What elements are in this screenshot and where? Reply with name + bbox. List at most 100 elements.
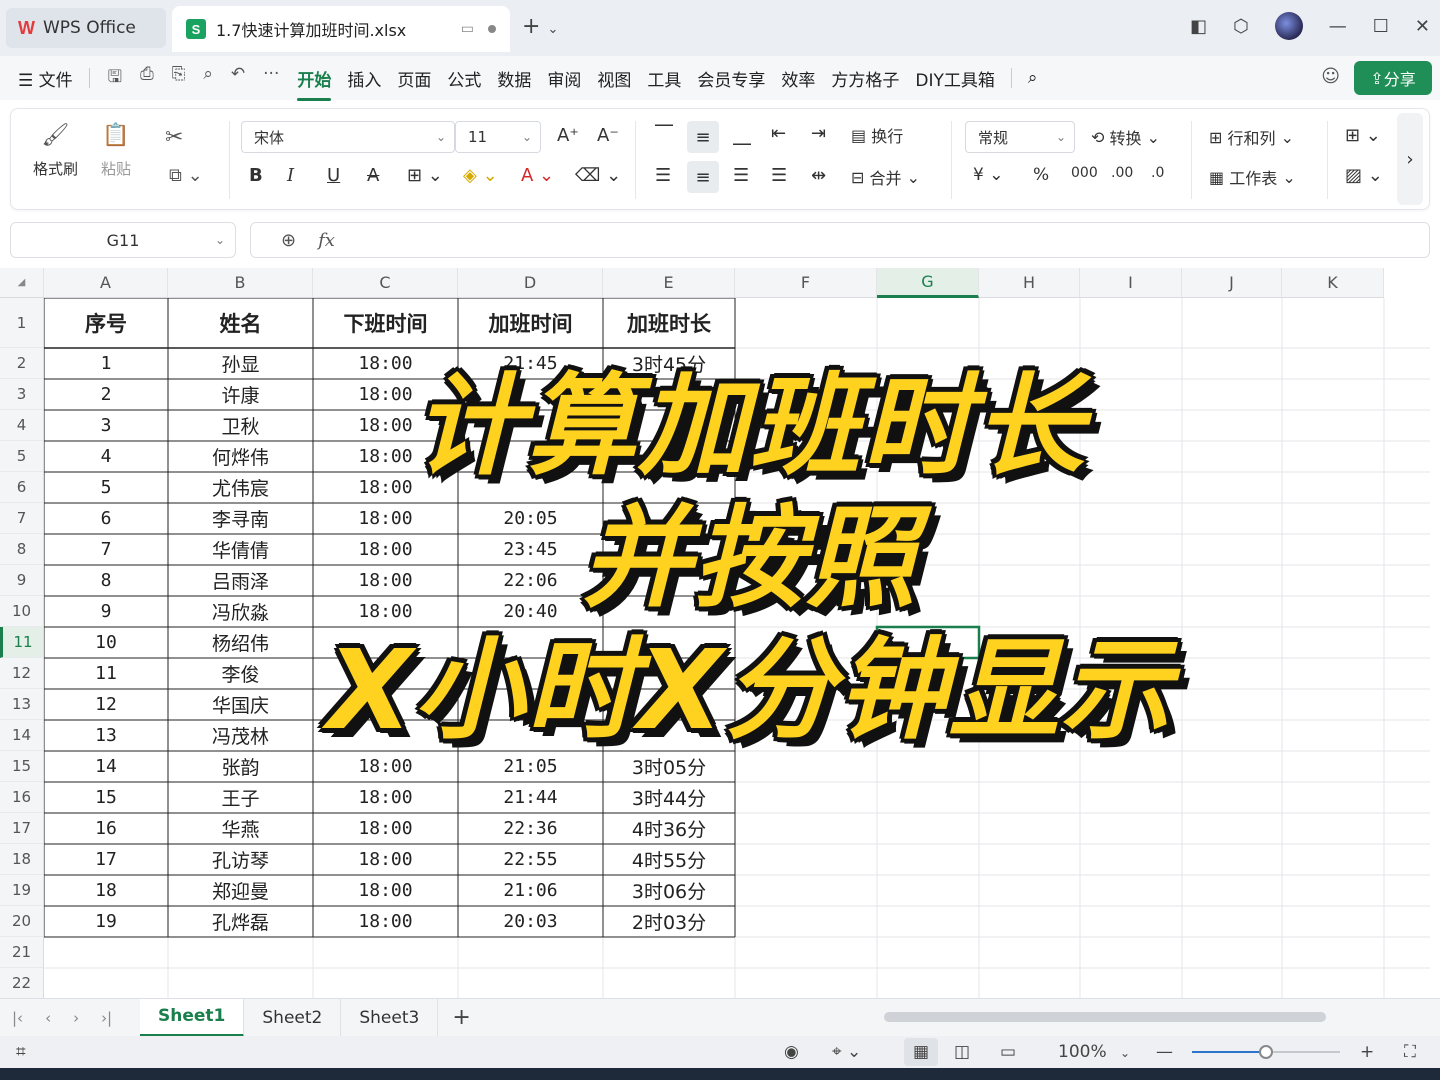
currency-icon[interactable]: ¥ ⌄ [973, 165, 1003, 185]
column-header-c[interactable]: C [313, 268, 458, 298]
cell-off-time[interactable]: 18:00 [313, 875, 458, 906]
tab-fangfang[interactable]: 方方格子 [823, 66, 907, 91]
cell-seq[interactable]: 14 [44, 751, 168, 782]
cell-name[interactable]: 张韵 [168, 751, 313, 782]
cell-overtime-duration[interactable]: 4时55分 [603, 844, 735, 875]
document-tab[interactable]: S 1.7快速计算加班时间.xlsx ▭ [172, 6, 510, 52]
cell-name[interactable]: 华燕 [168, 813, 313, 844]
cell-overtime-duration[interactable] [603, 534, 735, 565]
tab-review[interactable]: 审阅 [539, 66, 589, 91]
cell-overtime-end[interactable]: 20:40 [458, 596, 603, 627]
cell-name[interactable]: 冯茂林 [168, 720, 313, 751]
cell-name[interactable]: 冯欣淼 [168, 596, 313, 627]
normal-view-icon[interactable]: ▦ [904, 1038, 938, 1066]
cell-overtime-end[interactable]: 22:36 [458, 813, 603, 844]
cell-seq[interactable]: 9 [44, 596, 168, 627]
fill-color-icon[interactable]: ◈ ⌄ [463, 165, 498, 186]
align-bottom-icon[interactable]: ⎽ [733, 125, 751, 146]
cell-off-time[interactable] [313, 720, 458, 751]
cell-overtime-duration[interactable] [603, 596, 735, 627]
cell-seq[interactable]: 15 [44, 782, 168, 813]
last-sheet-icon[interactable]: ›| [101, 1009, 112, 1027]
underline-button[interactable]: U [327, 165, 340, 186]
unsaved-dot-icon[interactable] [488, 25, 496, 33]
cell-name[interactable]: 孙显 [168, 348, 313, 379]
row-header[interactable]: 12 [0, 658, 44, 689]
row-header[interactable]: 4 [0, 410, 44, 441]
cell-overtime-duration[interactable] [603, 410, 735, 441]
cell-overtime-end[interactable] [458, 441, 603, 472]
decrease-font-icon[interactable]: A⁻ [597, 125, 619, 146]
copy-icon[interactable]: ⧉ ⌄ [169, 165, 203, 186]
cell-name[interactable]: 许康 [168, 379, 313, 410]
cell-overtime-duration[interactable] [603, 689, 735, 720]
cell-overtime-end[interactable]: 21:05 [458, 751, 603, 782]
cut-icon[interactable]: ✂ [165, 125, 183, 150]
horizontal-scrollbar[interactable] [884, 1012, 1326, 1022]
number-format-select[interactable]: 常规 ⌄ [965, 121, 1075, 153]
font-name-select[interactable]: 宋体 ⌄ [241, 121, 455, 153]
cell-off-time[interactable] [313, 658, 458, 689]
cell-off-time[interactable]: 18:00 [313, 379, 458, 410]
window-mode-icon[interactable]: ▭ [461, 21, 474, 37]
cell-overtime-duration[interactable]: 3时45分 [603, 348, 735, 379]
sheet-tab-2[interactable]: Sheet2 [244, 998, 342, 1037]
cell-name[interactable]: 卫秋 [168, 410, 313, 441]
row-header[interactable]: 15 [0, 751, 44, 782]
cell-off-time[interactable]: 18:00 [313, 410, 458, 441]
column-header-h[interactable]: H [979, 268, 1080, 298]
cell-seq[interactable]: 13 [44, 720, 168, 751]
row-header[interactable]: 18 [0, 844, 44, 875]
cell-name[interactable]: 何烨伟 [168, 441, 313, 472]
cell-overtime-duration[interactable] [603, 472, 735, 503]
cell-overtime-duration[interactable] [603, 720, 735, 751]
font-color-icon[interactable]: A ⌄ [521, 165, 554, 186]
tab-home[interactable]: 开始 [289, 66, 339, 101]
cell-name[interactable]: 王子 [168, 782, 313, 813]
cell-seq[interactable]: 8 [44, 565, 168, 596]
zoom-slider-handle[interactable] [1259, 1045, 1273, 1059]
wrap-text-button[interactable]: ▤ 换行 [851, 123, 903, 147]
row-header[interactable]: 7 [0, 503, 44, 534]
row-header[interactable]: 5 [0, 441, 44, 472]
column-header-i[interactable]: I [1080, 268, 1182, 298]
align-center-icon[interactable]: ≡ [687, 161, 719, 193]
cell-seq[interactable]: 2 [44, 379, 168, 410]
row-header[interactable]: 16 [0, 782, 44, 813]
paste-button[interactable]: 📋 粘贴 [101, 123, 131, 179]
cell-name[interactable]: 李俊 [168, 658, 313, 689]
cell-overtime-duration[interactable]: 4时36分 [603, 813, 735, 844]
eraser-icon[interactable]: ⌫ ⌄ [575, 165, 621, 186]
cell-overtime-end[interactable]: 20:05 [458, 503, 603, 534]
cell-seq[interactable]: 19 [44, 906, 168, 937]
name-box[interactable]: G11 ⌄ [10, 222, 236, 258]
cell-overtime-end[interactable] [458, 658, 603, 689]
focus-mode-icon[interactable]: ⌖ ⌄ [832, 1042, 861, 1062]
align-middle-icon[interactable]: ≡ [687, 121, 719, 153]
macro-icon[interactable]: ⌗ [16, 1042, 26, 1062]
cell-overtime-duration[interactable] [603, 658, 735, 689]
cell-overtime-duration[interactable]: 2时03分 [603, 906, 735, 937]
sheet-tab-1[interactable]: Sheet1 [140, 998, 245, 1037]
cell-overtime-end[interactable] [458, 379, 603, 410]
row-header[interactable]: 20 [0, 906, 44, 937]
maximize-icon[interactable]: ☐ [1373, 16, 1389, 37]
cell-name[interactable]: 郑迎曼 [168, 875, 313, 906]
column-header-j[interactable]: J [1182, 268, 1282, 298]
cell-off-time[interactable]: 18:00 [313, 472, 458, 503]
file-menu[interactable]: ☰ 文件 [0, 66, 81, 91]
cell-seq[interactable]: 3 [44, 410, 168, 441]
tab-efficiency[interactable]: 效率 [773, 66, 823, 91]
cell-name[interactable]: 孔访琴 [168, 844, 313, 875]
cell-seq[interactable]: 5 [44, 472, 168, 503]
cell-overtime-duration[interactable] [603, 379, 735, 410]
column-header-f[interactable]: F [735, 268, 877, 298]
save-icon[interactable]: 🖫 [108, 64, 122, 93]
cell-overtime-end[interactable]: 21:06 [458, 875, 603, 906]
row-header[interactable]: 6 [0, 472, 44, 503]
bold-button[interactable]: B [249, 165, 263, 186]
ribbon-expand-button[interactable]: › [1397, 113, 1423, 205]
print-icon[interactable]: ⎘ [172, 64, 186, 93]
increase-font-icon[interactable]: A⁺ [557, 125, 579, 146]
row-header[interactable]: 22 [0, 968, 44, 999]
